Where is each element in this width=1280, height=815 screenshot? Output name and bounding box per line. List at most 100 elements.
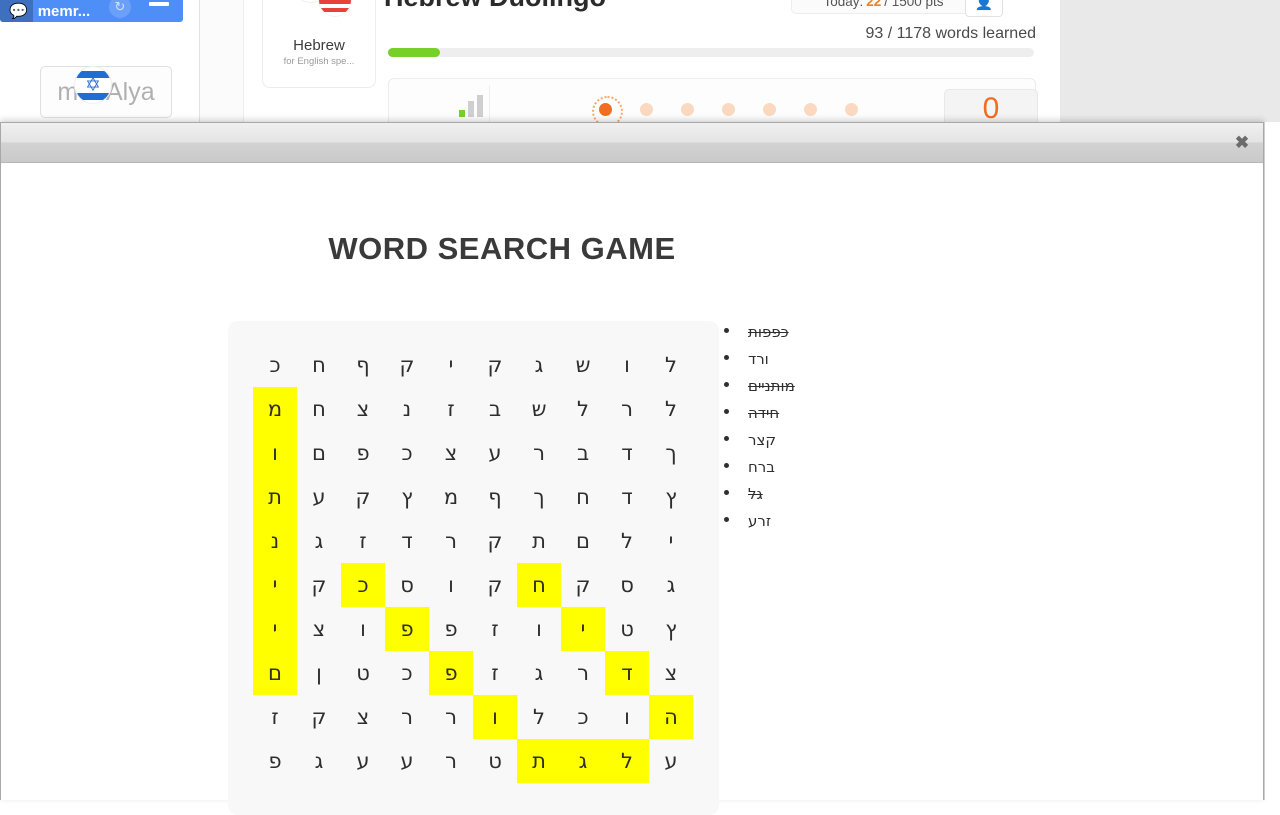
grid-cell[interactable]: ל (649, 387, 693, 431)
grid-cell[interactable]: ק (341, 475, 385, 519)
grid-cell[interactable]: ע (297, 475, 341, 519)
grid-cell[interactable]: ם (253, 651, 297, 695)
grid-cell[interactable]: כ (385, 651, 429, 695)
close-icon[interactable]: ✖ (1229, 130, 1255, 156)
grid-cell[interactable]: כ (253, 343, 297, 387)
grid-cell[interactable]: ף (341, 343, 385, 387)
letter-grid[interactable]: כחףקיקגשולמחצנזבשלרלוםפכצערבדךתעקץמףךחדץ… (253, 343, 693, 783)
grid-cell[interactable]: ג (649, 563, 693, 607)
grid-cell[interactable]: צ (341, 387, 385, 431)
grid-cell[interactable]: ת (517, 739, 561, 783)
grid-cell[interactable]: כ (341, 563, 385, 607)
grid-cell[interactable]: ף (473, 475, 517, 519)
grid-cell[interactable]: י (561, 607, 605, 651)
grid-cell[interactable]: פ (429, 607, 473, 651)
grid-cell[interactable]: ע (473, 431, 517, 475)
grid-cell[interactable]: ץ (385, 475, 429, 519)
grid-cell[interactable]: ר (517, 431, 561, 475)
grid-cell[interactable]: פ (385, 607, 429, 651)
grid-cell[interactable]: מ (429, 475, 473, 519)
grid-cell[interactable]: ז (473, 651, 517, 695)
grid-cell[interactable]: ר (605, 387, 649, 431)
grid-cell[interactable]: ב (473, 387, 517, 431)
grid-cell[interactable]: ע (649, 739, 693, 783)
grid-cell[interactable]: ם (561, 519, 605, 563)
grid-cell[interactable]: ל (605, 519, 649, 563)
circle-arrow-icon[interactable]: ↻ (109, 0, 131, 18)
grid-cell[interactable]: ל (649, 343, 693, 387)
course-card[interactable]: ✡ Hebrew for English spe... (262, 0, 376, 88)
grid-cell[interactable]: ו (473, 695, 517, 739)
chat-widget[interactable]: 💬 memr... ↻ (0, 0, 183, 22)
grid-cell[interactable]: ק (473, 519, 517, 563)
grid-cell[interactable]: ב (561, 431, 605, 475)
grid-cell[interactable]: ח (297, 343, 341, 387)
grid-cell[interactable]: ק (297, 695, 341, 739)
grid-cell[interactable]: פ (253, 739, 297, 783)
grid-cell[interactable]: ק (561, 563, 605, 607)
grid-cell[interactable]: צ (649, 651, 693, 695)
grid-cell[interactable]: ד (605, 475, 649, 519)
grid-cell[interactable]: ז (341, 519, 385, 563)
grid-cell[interactable]: ד (385, 519, 429, 563)
person-icon[interactable]: 👤 (965, 0, 1003, 17)
grid-cell[interactable]: ו (341, 607, 385, 651)
grid-cell[interactable]: ג (297, 739, 341, 783)
grid-cell[interactable]: ק (473, 343, 517, 387)
grid-cell[interactable]: ו (429, 563, 473, 607)
grid-cell[interactable]: ח (517, 563, 561, 607)
grid-cell[interactable]: ש (517, 387, 561, 431)
grid-cell[interactable]: ל (517, 695, 561, 739)
grid-cell[interactable]: ק (297, 563, 341, 607)
grid-cell[interactable]: ו (253, 431, 297, 475)
grid-cell[interactable]: ש (561, 343, 605, 387)
grid-cell[interactable]: מ (253, 387, 297, 431)
grid-cell[interactable]: ח (297, 387, 341, 431)
grid-cell[interactable]: ה (649, 695, 693, 739)
grid-cell[interactable]: ץ (649, 475, 693, 519)
grid-cell[interactable]: צ (341, 695, 385, 739)
grid-cell[interactable]: ק (385, 343, 429, 387)
grid-cell[interactable]: ל (561, 387, 605, 431)
grid-cell[interactable]: ל (605, 739, 649, 783)
grid-cell[interactable]: ס (385, 563, 429, 607)
grid-cell[interactable]: י (649, 519, 693, 563)
grid-cell[interactable]: ג (517, 343, 561, 387)
grid-cell[interactable]: ר (429, 695, 473, 739)
grid-cell[interactable]: ג (517, 651, 561, 695)
grid-cell[interactable]: ג (561, 739, 605, 783)
grid-cell[interactable]: ג (297, 519, 341, 563)
grid-cell[interactable]: ת (253, 475, 297, 519)
grid-cell[interactable]: ך (517, 475, 561, 519)
grid-cell[interactable]: כ (561, 695, 605, 739)
grid-cell[interactable]: ר (429, 519, 473, 563)
grid-cell[interactable]: ו (605, 695, 649, 739)
grid-cell[interactable]: צ (297, 607, 341, 651)
grid-cell[interactable]: ז (253, 695, 297, 739)
grid-cell[interactable]: ע (385, 739, 429, 783)
grid-cell[interactable]: ר (385, 695, 429, 739)
grid-cell[interactable]: פ (341, 431, 385, 475)
grid-cell[interactable]: ע (341, 739, 385, 783)
grid-cell[interactable]: י (253, 607, 297, 651)
grid-cell[interactable]: י (253, 563, 297, 607)
grid-cell[interactable]: ך (649, 431, 693, 475)
grid-cell[interactable]: נ (253, 519, 297, 563)
grid-cell[interactable]: ט (473, 739, 517, 783)
grid-cell[interactable]: כ (385, 431, 429, 475)
grid-cell[interactable]: ו (517, 607, 561, 651)
grid-cell[interactable]: ץ (649, 607, 693, 651)
hamburger-icon[interactable] (149, 2, 169, 6)
grid-cell[interactable]: פ (429, 651, 473, 695)
grid-cell[interactable]: ט (605, 607, 649, 651)
grid-cell[interactable]: ם (297, 431, 341, 475)
grid-cell[interactable]: ד (605, 431, 649, 475)
grid-cell[interactable]: י (429, 343, 473, 387)
grid-cell[interactable]: ר (429, 739, 473, 783)
grid-cell[interactable]: ר (561, 651, 605, 695)
grid-cell[interactable]: צ (429, 431, 473, 475)
grid-cell[interactable]: ק (473, 563, 517, 607)
grid-cell[interactable]: ו (605, 343, 649, 387)
kebab-menu-icon[interactable]: ⋮ (1021, 0, 1037, 6)
grid-cell[interactable]: ת (517, 519, 561, 563)
